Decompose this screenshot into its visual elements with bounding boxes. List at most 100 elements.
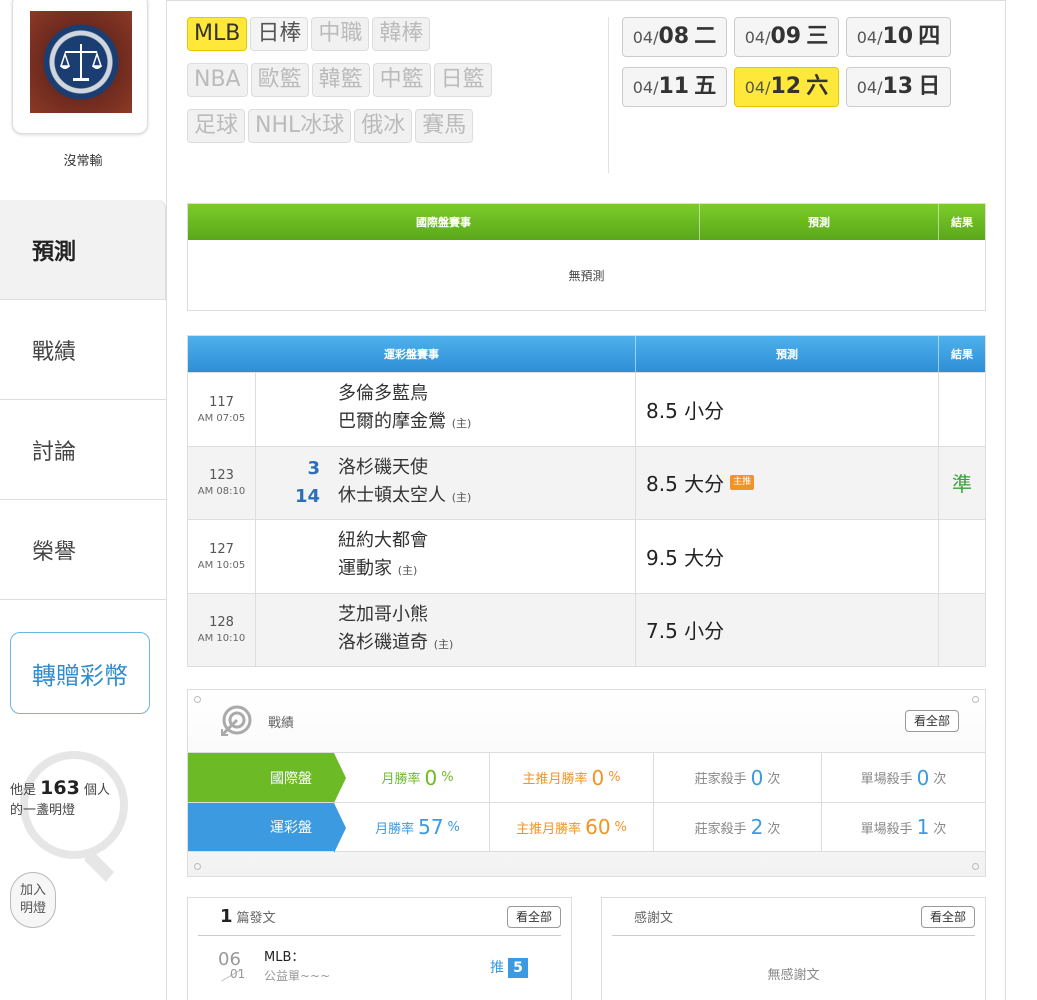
away-score: 3	[307, 457, 320, 479]
date-tab[interactable]: 04/10 四	[846, 17, 951, 57]
main-pick-win-rate: 主推月勝率 0%	[490, 753, 654, 802]
date-tab[interactable]: 04/08 二	[622, 17, 727, 57]
app: 沒常輸 預測 戰績 討論 榮譽 轉贈彩幣 他是 163 個人 的一盞明燈 加入明…	[0, 0, 1037, 1000]
lamp-suffix: 個人	[83, 783, 110, 798]
gift-coins-button[interactable]: 轉贈彩幣	[10, 632, 150, 714]
stat-unit: %	[614, 819, 627, 835]
post-title[interactable]: MLB： 公益單~~~	[264, 949, 330, 985]
record-row-intl: 國際盤 月勝率 0% 主推月勝率 0% 莊家殺手 0 次 單場殺手 0 次	[188, 752, 985, 803]
home-tag: (主)	[451, 490, 472, 504]
sport-tab-npb[interactable]: 日棒	[250, 17, 309, 51]
banker-killer: 莊家殺手 0 次	[654, 753, 822, 802]
teams: 多倫多藍鳥 巴爾的摩金鶯 (主)	[324, 373, 636, 446]
sport-tab-euro-basketball[interactable]: 歐籃	[250, 63, 309, 97]
sport-tab-korea-basketball[interactable]: 韓籃	[311, 63, 370, 97]
stat-unit: %	[441, 770, 454, 785]
prediction-value: 7.5 小分	[646, 619, 725, 644]
stat-unit: %	[447, 819, 460, 835]
date-weekday: 三	[806, 24, 829, 49]
home-tag: (主)	[433, 637, 454, 651]
game-time: AM 08:10	[197, 486, 246, 498]
sport-tab-horse-racing[interactable]: 賽馬	[415, 109, 474, 143]
table-row[interactable]: 117 AM 07:05 多倫多藍鳥 巴爾的摩金鶯 (主) 8.5 小分	[188, 372, 985, 446]
col-header-intl-games: 國際盤賽事	[188, 204, 700, 240]
push-count: 推5	[490, 958, 528, 978]
nav-discussion[interactable]: 討論	[0, 400, 166, 500]
game-number: 128 AM 10:10	[188, 593, 256, 666]
away-team: 紐約大都會	[338, 530, 428, 552]
away-team: 洛杉磯天使	[338, 456, 428, 478]
posts-count: 1	[220, 906, 233, 927]
table-row[interactable]: 128 AM 10:10 芝加哥小熊 洛杉磯道奇 (主) 7.5 小分	[188, 592, 985, 667]
score	[256, 520, 324, 593]
scales-emblem-icon	[59, 44, 103, 81]
nav-predictions[interactable]: 預測	[0, 200, 166, 300]
date-tab-selected[interactable]: 04/12 六	[734, 67, 839, 107]
posts-see-all-button[interactable]: 看全部	[506, 906, 561, 928]
prediction-value: 9.5 大分	[646, 545, 725, 570]
date-day: 12	[770, 74, 802, 99]
post-item[interactable]: 06 01 MLB： 公益單~~~ 推5	[188, 936, 571, 986]
date-month: 04/	[632, 78, 659, 97]
nav-honors[interactable]: 榮譽	[0, 500, 166, 600]
avatar-card[interactable]	[12, 0, 148, 134]
no-predictions-text: 無預測	[568, 268, 605, 283]
stat-label: 主推月勝率	[522, 772, 588, 787]
game-number: 127 AM 10:05	[188, 520, 256, 593]
no-thanks-text: 無感謝文	[767, 968, 820, 983]
game-no: 127	[209, 541, 234, 557]
stat-label: 單場殺手	[860, 772, 913, 787]
record-panel: 戰績 看全部 國際盤 月勝率 0% 主推月勝率 0% 莊家殺手 0 次 單場殺手 0 次 運…	[187, 689, 986, 877]
home-tag: (主)	[451, 417, 472, 431]
sidebar: 沒常輸 預測 戰績 討論 榮譽 轉贈彩幣 他是 163 個人 的一盞明燈 加入明…	[0, 0, 166, 1000]
date-weekday: 四	[918, 24, 941, 49]
date-day: 08	[658, 24, 690, 49]
game-time: AM 07:05	[197, 412, 246, 424]
game-time: AM 10:05	[197, 559, 246, 571]
lamp-prefix: 他是	[10, 783, 37, 798]
sport-tab-cpbl[interactable]: 中職	[311, 17, 370, 51]
record-see-all-button[interactable]: 看全部	[904, 710, 959, 732]
divider	[608, 17, 609, 173]
prediction: 8.5 大分 主推	[636, 446, 939, 519]
prediction: 9.5 大分	[636, 520, 939, 593]
result	[939, 373, 985, 446]
date-tab[interactable]: 04/09 三	[734, 17, 839, 57]
record-title: 戰績	[268, 715, 295, 731]
stat-value: 0	[591, 765, 605, 790]
result	[939, 594, 985, 667]
sport-tab-nba[interactable]: NBA	[187, 63, 248, 97]
corner-dot	[194, 696, 201, 703]
col-header-lottery-games: 運彩盤賽事	[188, 336, 636, 372]
date-weekday: 二	[694, 24, 717, 49]
sport-tab-soccer[interactable]: 足球	[187, 109, 246, 143]
sport-tab-china-basketball[interactable]: 中籃	[372, 63, 431, 97]
nav-record[interactable]: 戰績	[0, 300, 166, 400]
home-team: 洛杉磯道奇	[338, 631, 428, 653]
stat-value: 57	[418, 815, 444, 839]
prediction-value: 8.5 大分	[646, 472, 725, 497]
table-row[interactable]: 123 AM 08:10 3 14 洛杉磯天使 休士頓太空人 (主) 8.5 大分 主推…	[188, 445, 985, 519]
sport-tab-kbo[interactable]: 韓棒	[372, 17, 431, 51]
date-month: 04/	[744, 28, 771, 47]
sport-tab-mlb[interactable]: MLB	[187, 17, 248, 51]
sport-filter: MLB 日棒 中職 韓棒 NBA 歐籃 韓籃 中籃 日籃 足球 NHL冰球 俄冰 賽馬	[187, 17, 547, 155]
join-lamp-button[interactable]: 加入 明燈	[10, 872, 56, 928]
stat-label: 莊家殺手	[694, 772, 747, 787]
lottery-prediction-table: 運彩盤賽事 預測 結果 117 AM 07:05 多倫多藍鳥 巴爾的摩金鶯 (主) …	[187, 335, 986, 667]
join-lamp-line1: 加入	[19, 883, 46, 898]
table-row[interactable]: 127 AM 10:05 紐約大都會 運動家 (主) 9.5 大分	[188, 519, 985, 593]
thanks-see-all-button[interactable]: 看全部	[920, 906, 975, 928]
stat-label: 莊家殺手	[694, 821, 747, 837]
avatar[interactable]	[30, 11, 132, 113]
date-tab[interactable]: 04/11 五	[622, 67, 727, 107]
thanks-panel: 感謝文 看全部 無感謝文	[601, 897, 986, 1000]
col-header-result: 結果	[951, 216, 973, 229]
sport-tab-nhl[interactable]: NHL冰球	[248, 109, 352, 143]
record-label: 運彩盤	[188, 803, 346, 853]
sport-tab-khl[interactable]: 俄冰	[354, 109, 413, 143]
sport-tab-japan-basketball[interactable]: 日籃	[433, 63, 492, 97]
date-tab[interactable]: 04/13 日	[846, 67, 951, 107]
stat-label: 主推月勝率	[516, 821, 582, 837]
stat-unit: %	[608, 770, 621, 785]
